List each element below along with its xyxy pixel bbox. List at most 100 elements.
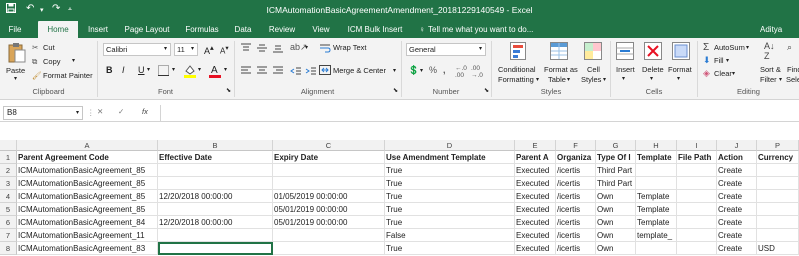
fill-icon[interactable]: ⬇	[703, 55, 711, 66]
copy-button[interactable]: Copy	[43, 57, 61, 66]
align-top-icon[interactable]	[240, 43, 252, 53]
column-title-cell[interactable]: Parent Agreement Code	[17, 151, 158, 164]
table-cell[interactable]	[677, 164, 717, 177]
table-cell[interactable]: Create	[717, 164, 757, 177]
column-title-cell[interactable]: Currency	[757, 151, 799, 164]
cell-styles-label-1[interactable]: Cell	[587, 65, 600, 74]
table-cell[interactable]: ICMAutomationBasicAgreement_85	[17, 190, 158, 203]
sort-filter-label-2[interactable]: Filter	[760, 75, 777, 84]
currency-icon[interactable]: 💲	[408, 65, 419, 76]
table-cell[interactable]: True	[385, 242, 515, 255]
increase-indent-icon[interactable]	[305, 66, 317, 76]
table-cell[interactable]	[158, 177, 273, 190]
autosum-dropdown-icon[interactable]: ▾	[746, 44, 749, 51]
column-header-a[interactable]: A	[17, 140, 158, 151]
fill-color-dropdown-icon[interactable]: ▾	[198, 66, 201, 73]
table-cell[interactable]	[636, 242, 677, 255]
find-select-label-1[interactable]: Find &	[787, 65, 799, 74]
table-cell[interactable]: Executed	[515, 190, 556, 203]
tab-icm-bulk-insert[interactable]: ICM Bulk Insert	[340, 21, 410, 38]
table-cell[interactable]: /icertis	[556, 190, 596, 203]
row-header[interactable]: 4	[0, 190, 17, 203]
table-cell[interactable]	[158, 229, 273, 242]
orientation-dropdown-icon[interactable]: ▾	[305, 44, 308, 51]
cell-styles-icon[interactable]	[584, 42, 602, 60]
sort-filter-label-1[interactable]: Sort &	[760, 65, 781, 74]
table-cell[interactable]: Template	[636, 216, 677, 229]
column-header-e[interactable]: E	[515, 140, 556, 151]
enter-icon[interactable]: ✓	[118, 107, 124, 116]
table-cell[interactable]	[757, 177, 799, 190]
decrease-font-icon[interactable]: A▾	[220, 44, 229, 56]
column-header-f[interactable]: F	[556, 140, 596, 151]
paste-button[interactable]: Paste	[6, 66, 25, 75]
table-cell[interactable]: ICMAutomationBasicAgreement_83	[17, 242, 158, 255]
table-cell[interactable]	[273, 177, 385, 190]
tab-review[interactable]: Review	[262, 21, 302, 38]
align-right-icon[interactable]	[272, 66, 284, 76]
table-cell[interactable]: Executed	[515, 229, 556, 242]
table-cell[interactable]: Create	[717, 229, 757, 242]
clear-dropdown-icon[interactable]: ▾	[732, 70, 735, 77]
column-header-d[interactable]: D	[385, 140, 515, 151]
table-cell[interactable]: Own	[596, 203, 636, 216]
table-cell[interactable]: ICMAutomationBasicAgreement_85	[17, 177, 158, 190]
table-cell[interactable]: Executed	[515, 216, 556, 229]
row-header[interactable]: 7	[0, 229, 17, 242]
cell-styles-label-2[interactable]: Styles	[581, 75, 601, 84]
table-cell[interactable]	[757, 190, 799, 203]
sort-filter-icon[interactable]: A↓ Z	[764, 41, 775, 61]
table-cell[interactable]: Third Part	[596, 164, 636, 177]
table-cell[interactable]: Create	[717, 203, 757, 216]
underline-dropdown-icon[interactable]: ▾	[147, 66, 150, 73]
table-cell[interactable]: 01/05/2019 00:00:00	[273, 190, 385, 203]
column-title-cell[interactable]: Effective Date	[158, 151, 273, 164]
number-format-select[interactable]: General	[406, 43, 486, 56]
table-cell[interactable]	[636, 177, 677, 190]
font-color-icon[interactable]: A	[209, 63, 221, 78]
table-cell[interactable]: /icertis	[556, 229, 596, 242]
comma-style-icon[interactable]: ,	[443, 65, 446, 75]
table-cell[interactable]	[636, 164, 677, 177]
wrap-text-icon[interactable]	[319, 43, 331, 53]
table-cell[interactable]: Executed	[515, 164, 556, 177]
table-cell[interactable]: Executed	[515, 177, 556, 190]
table-cell[interactable]	[273, 164, 385, 177]
find-select-label-2[interactable]: Sele	[786, 75, 799, 84]
table-cell[interactable]: False	[385, 229, 515, 242]
font-size-dropdown-icon[interactable]: ▾	[191, 45, 194, 52]
column-header-b[interactable]: B	[158, 140, 273, 151]
increase-font-icon[interactable]: A▴	[204, 43, 214, 56]
autosum-icon[interactable]: Σ	[703, 42, 709, 53]
table-cell[interactable]	[158, 203, 273, 216]
format-cells-button[interactable]: Format	[668, 65, 692, 74]
wrap-text-button[interactable]: Wrap Text	[333, 43, 367, 52]
row-header[interactable]: 6	[0, 216, 17, 229]
number-dialog-launcher-icon[interactable]: ⬊	[484, 87, 489, 94]
autosum-button[interactable]: AutoSum	[714, 43, 745, 52]
table-cell[interactable]: Template	[636, 203, 677, 216]
table-cell[interactable]: /icertis	[556, 242, 596, 255]
row-header[interactable]: 3	[0, 177, 17, 190]
table-cell[interactable]: USD	[757, 242, 799, 255]
table-cell[interactable]	[158, 242, 273, 255]
column-title-cell[interactable]: Template	[636, 151, 677, 164]
name-box-dropdown-icon[interactable]: ▾	[76, 109, 79, 116]
borders-dropdown-icon[interactable]: ▾	[172, 66, 175, 73]
table-cell[interactable]	[757, 203, 799, 216]
row-header[interactable]: 5	[0, 203, 17, 216]
paste-icon[interactable]	[7, 42, 27, 64]
column-header-p[interactable]: P	[757, 140, 799, 151]
table-cell[interactable]: Create	[717, 242, 757, 255]
table-cell[interactable]: Own	[596, 216, 636, 229]
conditional-formatting-label-2[interactable]: Formatting	[498, 75, 534, 84]
paste-dropdown-icon[interactable]: ▾	[14, 75, 17, 82]
table-cell[interactable]: /icertis	[556, 216, 596, 229]
find-select-icon[interactable]: ⌕	[787, 42, 792, 53]
currency-dropdown-icon[interactable]: ▾	[420, 67, 423, 74]
copy-icon[interactable]: ⧉	[32, 57, 37, 67]
tab-file[interactable]: File	[0, 21, 30, 38]
align-center-icon[interactable]	[256, 66, 268, 76]
table-cell[interactable]: Create	[717, 216, 757, 229]
cut-icon[interactable]: ✂	[32, 43, 38, 52]
